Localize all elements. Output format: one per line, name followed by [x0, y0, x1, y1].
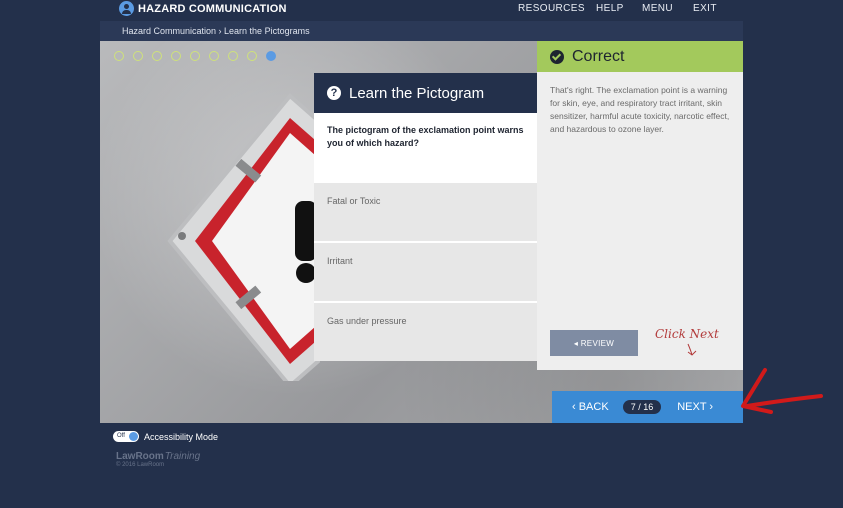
- top-bar: HAZARD COMMUNICATION RESOURCES HELP MENU…: [0, 0, 843, 20]
- breadcrumb-text: Hazard Communication › Learn the Pictogr…: [122, 26, 310, 36]
- question-text: The pictogram of the exclamation point w…: [314, 113, 537, 181]
- lesson-stage: ? Learn the Pictogram The pictogram of t…: [100, 41, 743, 423]
- accessibility-label: Accessibility Mode: [144, 431, 219, 442]
- question-mark-icon: ?: [327, 86, 341, 100]
- page-counter: 7 / 16: [622, 400, 662, 414]
- progress-dots: [114, 51, 285, 61]
- checkmark-icon: [550, 49, 564, 64]
- answer-option-irritant[interactable]: Irritant: [314, 241, 537, 301]
- question-header: ? Learn the Pictogram: [314, 73, 537, 113]
- answer-option-fatal-toxic[interactable]: Fatal or Toxic: [314, 181, 537, 241]
- red-pointer-arrow-icon: [741, 368, 823, 414]
- question-title: Learn the Pictogram: [349, 84, 485, 102]
- accessibility-switch[interactable]: Off: [113, 431, 139, 442]
- feedback-text: That's right. The exclamation point is a…: [550, 85, 730, 134]
- answer-option-gas-pressure[interactable]: Gas under pressure: [314, 301, 537, 361]
- hand-drawn-arrow-icon: [687, 343, 697, 356]
- app-logo[interactable]: HAZARD COMMUNICATION: [119, 1, 287, 16]
- nav-exit[interactable]: EXIT: [693, 3, 717, 14]
- back-button[interactable]: ‹ BACK: [572, 401, 609, 413]
- nav-resources[interactable]: RESOURCES: [518, 3, 585, 14]
- question-card: ? Learn the Pictogram The pictogram of t…: [314, 73, 537, 370]
- copyright: © 2016 LawRoom: [116, 462, 165, 468]
- exclamation-pictogram-sign: [167, 93, 320, 381]
- progress-dot[interactable]: [190, 51, 200, 61]
- user-badge-icon: [119, 1, 134, 16]
- progress-dot[interactable]: [133, 51, 143, 61]
- accessibility-toggle[interactable]: Off Accessibility Mode: [113, 431, 218, 442]
- lawroom-logo: LawRoomTraining: [116, 451, 200, 462]
- nav-help[interactable]: HELP: [596, 3, 624, 14]
- progress-dot[interactable]: [114, 51, 124, 61]
- progress-dot-current[interactable]: [266, 51, 276, 61]
- breadcrumb: Hazard Communication › Learn the Pictogr…: [100, 21, 743, 41]
- progress-dot[interactable]: [209, 51, 219, 61]
- nav-menu[interactable]: MENU: [642, 3, 673, 14]
- click-next-text: Click Next: [655, 327, 719, 341]
- next-button[interactable]: NEXT ›: [677, 401, 713, 413]
- feedback-header: Correct: [537, 41, 743, 72]
- click-next-annotation: Click Next: [655, 327, 719, 356]
- progress-dot[interactable]: [247, 51, 257, 61]
- progress-dot[interactable]: [152, 51, 162, 61]
- feedback-panel: Correct That's right. The exclamation po…: [537, 41, 743, 370]
- brand-suffix: Training: [164, 451, 201, 462]
- review-button[interactable]: ◂ REVIEW: [550, 330, 638, 356]
- progress-dot[interactable]: [228, 51, 238, 61]
- brand-name: LawRoom: [116, 451, 164, 462]
- progress-dot[interactable]: [171, 51, 181, 61]
- pager-bar: ‹ BACK 7 / 16 NEXT ›: [552, 391, 743, 423]
- app-title: HAZARD COMMUNICATION: [138, 2, 287, 15]
- feedback-title: Correct: [572, 47, 625, 65]
